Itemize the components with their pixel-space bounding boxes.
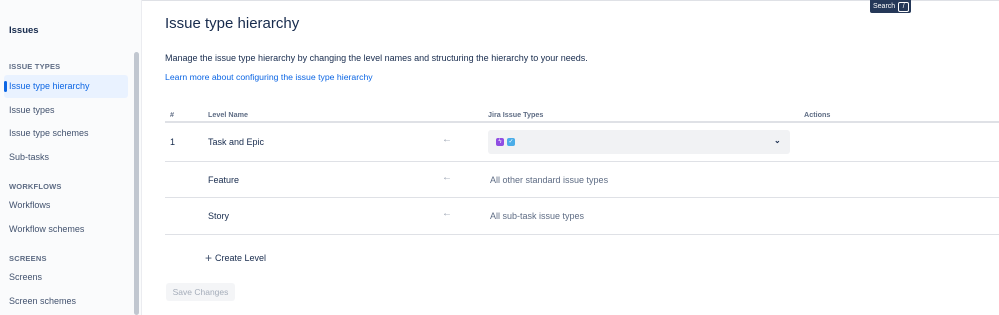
- sidebar-section-workflows: WORKFLOWS: [9, 182, 62, 191]
- plus-icon: +: [205, 251, 213, 265]
- sidebar-item-sub-tasks[interactable]: Sub-tasks: [4, 146, 128, 169]
- page-description: Manage the issue type hierarchy by chang…: [165, 53, 588, 63]
- create-level-button[interactable]: + Create Level: [205, 251, 267, 265]
- create-level-label: Create Level: [215, 253, 267, 263]
- row-2-issue-types: All other standard issue types: [490, 175, 609, 185]
- table-row-divider: [165, 234, 999, 235]
- search-label: Search: [873, 3, 896, 10]
- sidebar-item-issue-type-hierarchy[interactable]: Issue type hierarchy: [4, 75, 128, 98]
- row-1-level-name: Task and Epic: [208, 137, 265, 147]
- column-header-number: #: [170, 110, 174, 119]
- column-header-actions: Actions: [804, 110, 831, 119]
- table-header-divider: [165, 121, 999, 123]
- chevron-down-icon: ⌄: [774, 136, 781, 145]
- column-header-level-name: Level Name: [208, 110, 248, 119]
- table-row-divider: [165, 161, 999, 162]
- row-2-level-name: Feature: [208, 175, 240, 185]
- search-shortcut-key: /: [898, 1, 910, 12]
- sidebar-item-screen-schemes[interactable]: Screen schemes: [4, 290, 128, 313]
- row-3-issue-types: All sub-task issue types: [490, 211, 585, 221]
- sidebar-section-screens: SCREENS: [9, 254, 47, 263]
- sidebar-scrollbar-thumb[interactable]: [134, 52, 139, 315]
- top-border: [0, 0, 999, 1]
- epic-icon: ϟ: [496, 138, 504, 146]
- sidebar-item-issue-types[interactable]: Issue types: [4, 99, 128, 122]
- search-button[interactable]: Search /: [870, 0, 912, 13]
- sidebar: Issues ISSUE TYPES Issue type hierarchy …: [0, 0, 142, 315]
- column-header-issue-types: Jira Issue Types: [488, 110, 544, 119]
- sidebar-item-issue-type-schemes[interactable]: Issue type schemes: [4, 122, 128, 145]
- save-changes-button[interactable]: Save Changes: [166, 283, 235, 301]
- learn-more-link[interactable]: Learn more about configuring the issue t…: [165, 72, 373, 82]
- row-1-number: 1: [170, 137, 176, 147]
- sidebar-section-issue-types: ISSUE TYPES: [9, 62, 61, 71]
- page-title: Issue type hierarchy: [165, 15, 300, 32]
- sidebar-title: Issues: [9, 25, 39, 36]
- task-icon: ✓: [507, 138, 515, 146]
- sidebar-item-workflow-schemes[interactable]: Workflow schemes: [4, 218, 128, 241]
- row-1-arrow-left-icon: ←: [442, 134, 452, 145]
- sidebar-item-workflows[interactable]: Workflows: [4, 194, 128, 217]
- row-3-level-name: Story: [208, 211, 230, 221]
- issue-types-select[interactable]: ϟ ✓ ⌄: [488, 130, 790, 154]
- table-row-divider: [165, 197, 999, 198]
- sidebar-item-screens[interactable]: Screens: [4, 266, 128, 289]
- row-3-arrow-left-icon: ←: [442, 208, 452, 219]
- row-2-arrow-left-icon: ←: [442, 172, 452, 183]
